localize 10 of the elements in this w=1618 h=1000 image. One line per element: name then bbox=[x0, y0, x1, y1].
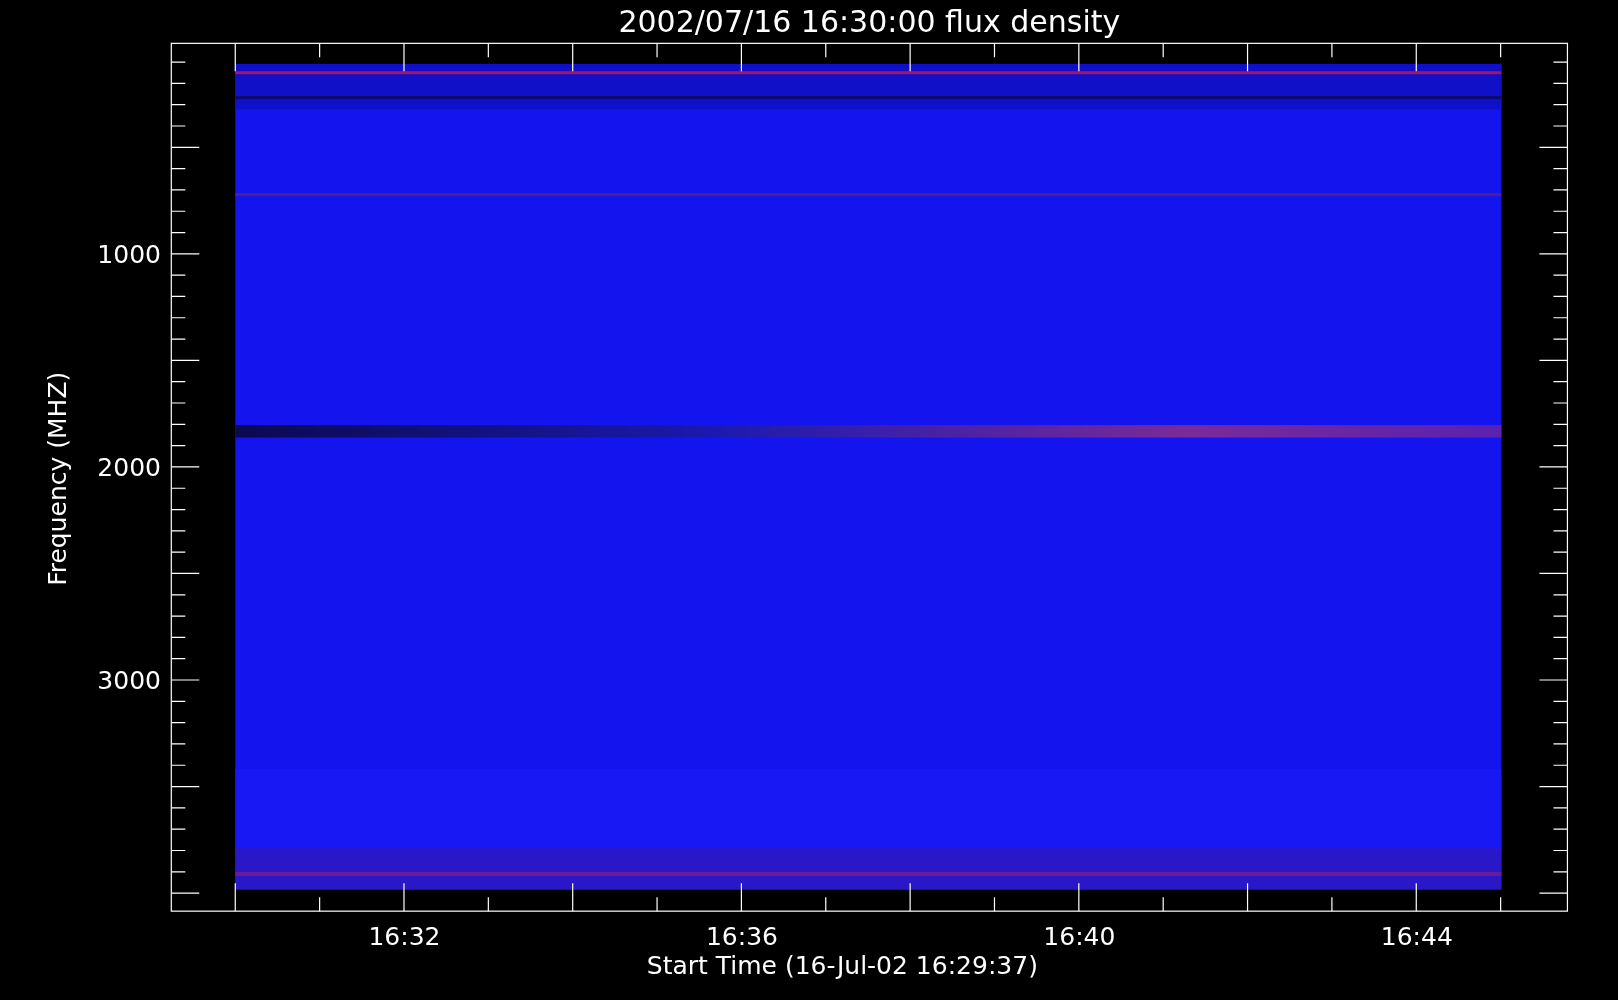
x-tick-label: 16:44 bbox=[1380, 922, 1453, 952]
chart-title: 2002/07/16 16:30:00 flux density bbox=[618, 4, 1121, 39]
y-tick-label: 3000 bbox=[97, 666, 161, 695]
x-axis-label: Start Time (16-Jul-02 16:29:37) bbox=[646, 951, 1038, 981]
y-axis-label: Frequency (MHZ) bbox=[43, 371, 73, 586]
y-tick-label: 1000 bbox=[97, 239, 161, 269]
x-tick-label: 16:40 bbox=[1043, 922, 1116, 952]
x-tick-label: 16:36 bbox=[705, 922, 778, 952]
x-tick-label: 16:32 bbox=[368, 922, 441, 952]
y-tick-label: 2000 bbox=[97, 452, 161, 482]
